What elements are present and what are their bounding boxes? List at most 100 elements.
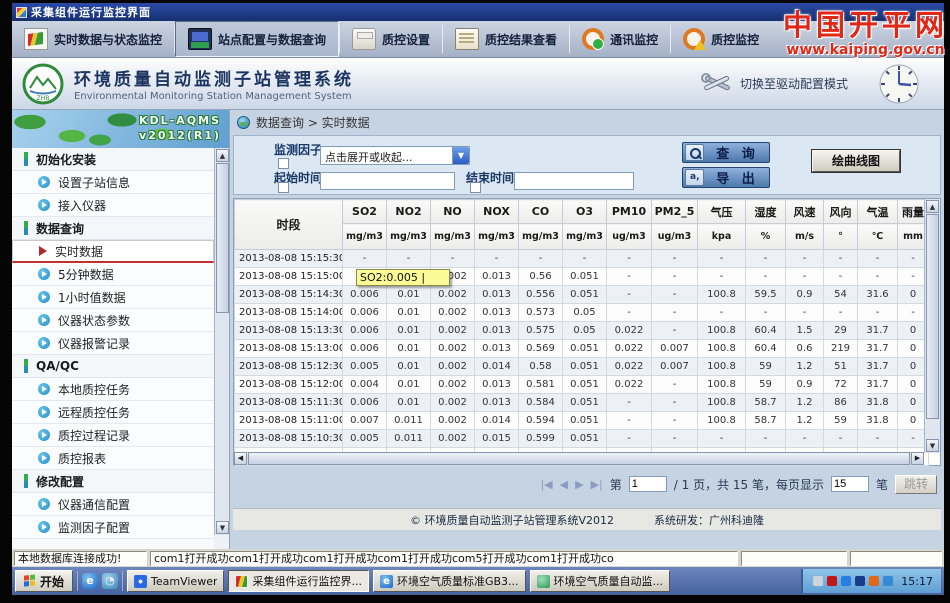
last-page-icon[interactable]: ▶| [591, 478, 603, 491]
table-scroll-down-icon[interactable]: ▼ [926, 439, 939, 452]
table-row[interactable]: 2013-08-08 15:11:300.0060.010.0020.0130.… [235, 394, 929, 412]
toolbar-button-label: 站点配置与数据查询 [218, 31, 326, 48]
acrobat-icon[interactable] [827, 576, 837, 586]
sidebar-item[interactable]: 5分钟数据 [12, 263, 214, 286]
app-icon [235, 575, 248, 588]
taskbar-task-button[interactable]: TeamViewer [127, 570, 224, 592]
start-time-checkbox[interactable] [278, 182, 289, 193]
scroll-thumb[interactable] [216, 163, 229, 313]
sidebar-item[interactable]: 远程质控任务 [12, 401, 214, 424]
sidebar-item-label: 质控过程记录 [58, 427, 130, 444]
sidebar-item[interactable]: 实时数据 [12, 240, 214, 263]
table-scroll-left-icon[interactable]: ◀ [234, 452, 247, 465]
toolbar-button-qc-settings[interactable]: 质控设置 [340, 21, 442, 57]
column-unit: mg/m3 [387, 224, 431, 250]
table-row[interactable]: 2013-08-08 15:12:000.0040.010.0020.0130.… [235, 376, 929, 394]
table-row[interactable]: 2013-08-08 15:15:30-------------- [235, 250, 929, 268]
search-button[interactable]: 查 询 [682, 142, 770, 163]
table-cell: - [786, 250, 824, 268]
scheduler-icon[interactable] [883, 576, 893, 586]
db-status: 本地数据库连接成功! [14, 551, 147, 566]
qc-settings-icon [352, 28, 376, 50]
page-number-input[interactable] [629, 476, 667, 492]
factor-checkbox[interactable] [278, 158, 289, 169]
table-hscrollbar[interactable]: ◀ ▶ [234, 452, 924, 465]
page-prefix: 第 [610, 476, 622, 493]
table-cell: 86 [824, 394, 858, 412]
table-row[interactable]: 2013-08-08 15:10:300.0050.0110.0020.0150… [235, 430, 929, 448]
sidebar-item[interactable]: 接入仪器 [12, 194, 214, 217]
column-header: PM10 [607, 200, 652, 224]
toolbar-button-qc-monitor[interactable]: 质控监控 [671, 21, 771, 57]
table-cell: - [698, 430, 746, 448]
table-scroll-right-icon[interactable]: ▶ [911, 452, 924, 465]
start-time-input[interactable] [320, 172, 455, 190]
table-cell: 100.8 [698, 412, 746, 430]
window-title: 采集组件运行监控界面 [31, 4, 151, 20]
media-quicklaunch-icon[interactable]: ◔ [102, 573, 118, 589]
taskbar-task-button[interactable]: 采集组件运行监控界... [228, 570, 369, 592]
taskbar-task-button[interactable]: 环境空气质量自动监... [530, 570, 671, 592]
toolbar-button-comm-monitor[interactable]: 通讯监控 [570, 21, 670, 57]
table-row[interactable]: 2013-08-08 15:12:300.0050.010.0020.0140.… [235, 358, 929, 376]
export-button[interactable]: 导 出 [682, 167, 770, 188]
table-row[interactable]: 2013-08-08 15:14:000.0060.010.0020.0130.… [235, 304, 929, 322]
status-segment [850, 551, 942, 566]
section-title: 数据查询 [36, 220, 84, 237]
messenger-icon[interactable] [855, 576, 865, 586]
ie-icon: e [380, 575, 393, 588]
status-bar: 本地数据库连接成功! com1打开成功com1打开成功com1打开成功com1打… [12, 549, 944, 567]
table-vscrollbar[interactable]: ▲ ▼ [924, 199, 940, 453]
pen-icon[interactable] [813, 576, 823, 586]
taskbar-task-button[interactable]: e环境空气质量标准GB3... [373, 570, 526, 592]
factor-combobox[interactable]: 点击展开或收起... ▼ [320, 146, 470, 165]
sidebar-item[interactable]: 质控过程记录 [12, 424, 214, 447]
toolbar-button-realtime-status-monitor[interactable]: 实时数据与状态监控 [12, 21, 174, 57]
table-cell: 0.002 [431, 304, 475, 322]
prev-page-icon[interactable]: ◀ [560, 478, 568, 491]
sidebar-item[interactable]: 设置子站信息 [12, 171, 214, 194]
table-cell: 0.006 [343, 322, 387, 340]
data-table: 时段SO2NO2NONOXCOO3PM10PM2_5气压湿度风速风向气温雨量mg… [234, 199, 929, 466]
sidebar-item[interactable]: 本地质控任务 [12, 378, 214, 401]
data-table-wrap: 时段SO2NO2NONOXCOO3PM10PM2_5气压湿度风速风向气温雨量mg… [233, 198, 941, 466]
end-time-checkbox[interactable] [470, 182, 481, 193]
sidebar-item[interactable]: 监测因子配置 [12, 516, 214, 539]
scroll-up-icon[interactable]: ▲ [216, 149, 229, 162]
sidebar-scrollbar[interactable]: ▲ ▼ [214, 148, 229, 535]
toolbar-button-station-config-query[interactable]: 站点配置与数据查询 [175, 21, 339, 57]
volume-icon[interactable] [869, 576, 879, 586]
table-cell: 31.7 [858, 376, 898, 394]
table-hscroll-thumb[interactable] [248, 452, 910, 465]
switch-driver-config-mode[interactable]: 切换至驱动配置模式 [700, 71, 848, 97]
next-page-icon[interactable]: ▶ [575, 478, 583, 491]
export-button-label: 导 出 [706, 168, 769, 187]
scroll-down-icon[interactable]: ▼ [216, 521, 229, 534]
table-cell: - [652, 394, 698, 412]
toolbar-button-qc-results-view[interactable]: 质控结果查看 [443, 21, 569, 57]
table-row[interactable]: 2013-08-08 15:15:000.0.0020.0130.560.051… [235, 268, 929, 286]
start-button[interactable]: 开始 [15, 570, 73, 592]
first-page-icon[interactable]: |◀ [540, 478, 552, 491]
chevron-down-icon[interactable]: ▼ [452, 147, 469, 164]
table-row[interactable]: 2013-08-08 15:13:300.0060.010.0020.0130.… [235, 322, 929, 340]
sidebar-item[interactable]: 质控报表 [12, 447, 214, 470]
jump-button[interactable]: 跳转 [895, 475, 937, 494]
sidebar-item[interactable]: 仪器报警记录 [12, 332, 214, 355]
breadcrumb-text: 数据查询 > 实时数据 [256, 114, 370, 131]
sidebar-item[interactable]: 仪器通信配置 [12, 493, 214, 516]
teamviewer-icon[interactable] [841, 576, 851, 586]
table-scroll-up-icon[interactable]: ▲ [926, 200, 939, 213]
table-vscroll-thumb[interactable] [926, 214, 939, 419]
sidebar-item[interactable]: 1小时值数据 [12, 286, 214, 309]
sidebar-item[interactable]: 仪器状态参数 [12, 309, 214, 332]
teamviewer-icon [134, 575, 147, 588]
time-cell: 2013-08-08 15:14:30 [235, 286, 343, 304]
table-row[interactable]: 2013-08-08 15:11:000.0070.0110.0020.0140… [235, 412, 929, 430]
end-time-input[interactable] [514, 172, 634, 190]
table-row[interactable]: 2013-08-08 15:14:300.0060.010.0020.0130.… [235, 286, 929, 304]
draw-curve-button[interactable]: 绘曲线图 [812, 150, 900, 172]
page-size-input[interactable] [831, 476, 869, 492]
ie-quicklaunch-icon[interactable]: e [82, 573, 98, 589]
table-row[interactable]: 2013-08-08 15:13:000.0060.010.0020.0130.… [235, 340, 929, 358]
